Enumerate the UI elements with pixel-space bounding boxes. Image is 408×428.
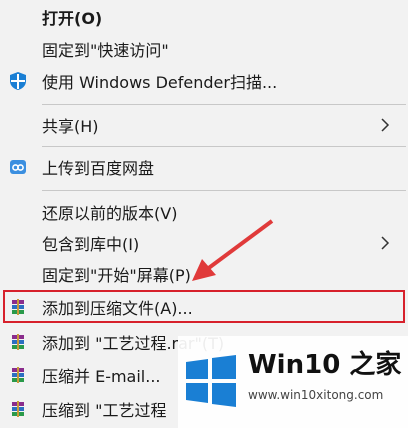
menu-item-label: 使用 Windows Defender扫描...: [42, 73, 278, 92]
menu-item-label: 固定到"开始"屏幕(P): [42, 266, 191, 285]
menu-item-baidu-upload[interactable]: 上传到百度网盘: [0, 152, 406, 182]
menu-item-label: 压缩并 E-mail...: [42, 367, 161, 386]
menu-item-label: 上传到百度网盘: [42, 159, 155, 178]
menu-item-share[interactable]: 共享(H): [0, 110, 406, 140]
windows-logo-icon: [186, 355, 236, 407]
winrar-icon: [12, 367, 24, 383]
defender-shield-icon: [10, 72, 26, 90]
menu-item-label: 共享(H): [42, 117, 99, 136]
menu-item-label: 打开(O): [42, 9, 103, 28]
menu-item-label: 还原以前的版本(V): [42, 204, 178, 223]
chevron-right-icon: [381, 118, 390, 132]
menu-separator: [42, 104, 406, 105]
menu-item-pin-quick-access[interactable]: 固定到"快速访问": [0, 34, 406, 64]
watermark-url: www.win10xitong.com: [248, 388, 384, 402]
menu-item-add-to-archive[interactable]: 添加到压缩文件(A)...: [0, 292, 406, 322]
winrar-icon: [12, 401, 24, 417]
menu-item-label: 添加到压缩文件(A)...: [42, 299, 193, 318]
annotation-arrow-icon: [192, 219, 274, 281]
menu-item-label: 包含到库中(I): [42, 235, 140, 254]
context-menu: 打开(O) 固定到"快速访问" 使用 Windows Defender扫描...…: [0, 0, 408, 428]
menu-separator: [42, 190, 406, 191]
menu-item-label: 压缩到 "工艺过程: [42, 401, 167, 420]
watermark-title: Win10 之家: [248, 350, 402, 380]
menu-separator: [42, 146, 406, 147]
watermark: Win10 之家 www.win10xitong.com: [178, 336, 408, 428]
winrar-icon: [12, 299, 24, 315]
menu-item-open[interactable]: 打开(O): [0, 2, 406, 32]
winrar-icon: [12, 334, 24, 350]
baidu-cloud-icon: [10, 160, 26, 174]
menu-item-defender-scan[interactable]: 使用 Windows Defender扫描...: [0, 66, 406, 96]
menu-item-label: 固定到"快速访问": [42, 41, 169, 60]
chevron-right-icon: [381, 236, 390, 250]
